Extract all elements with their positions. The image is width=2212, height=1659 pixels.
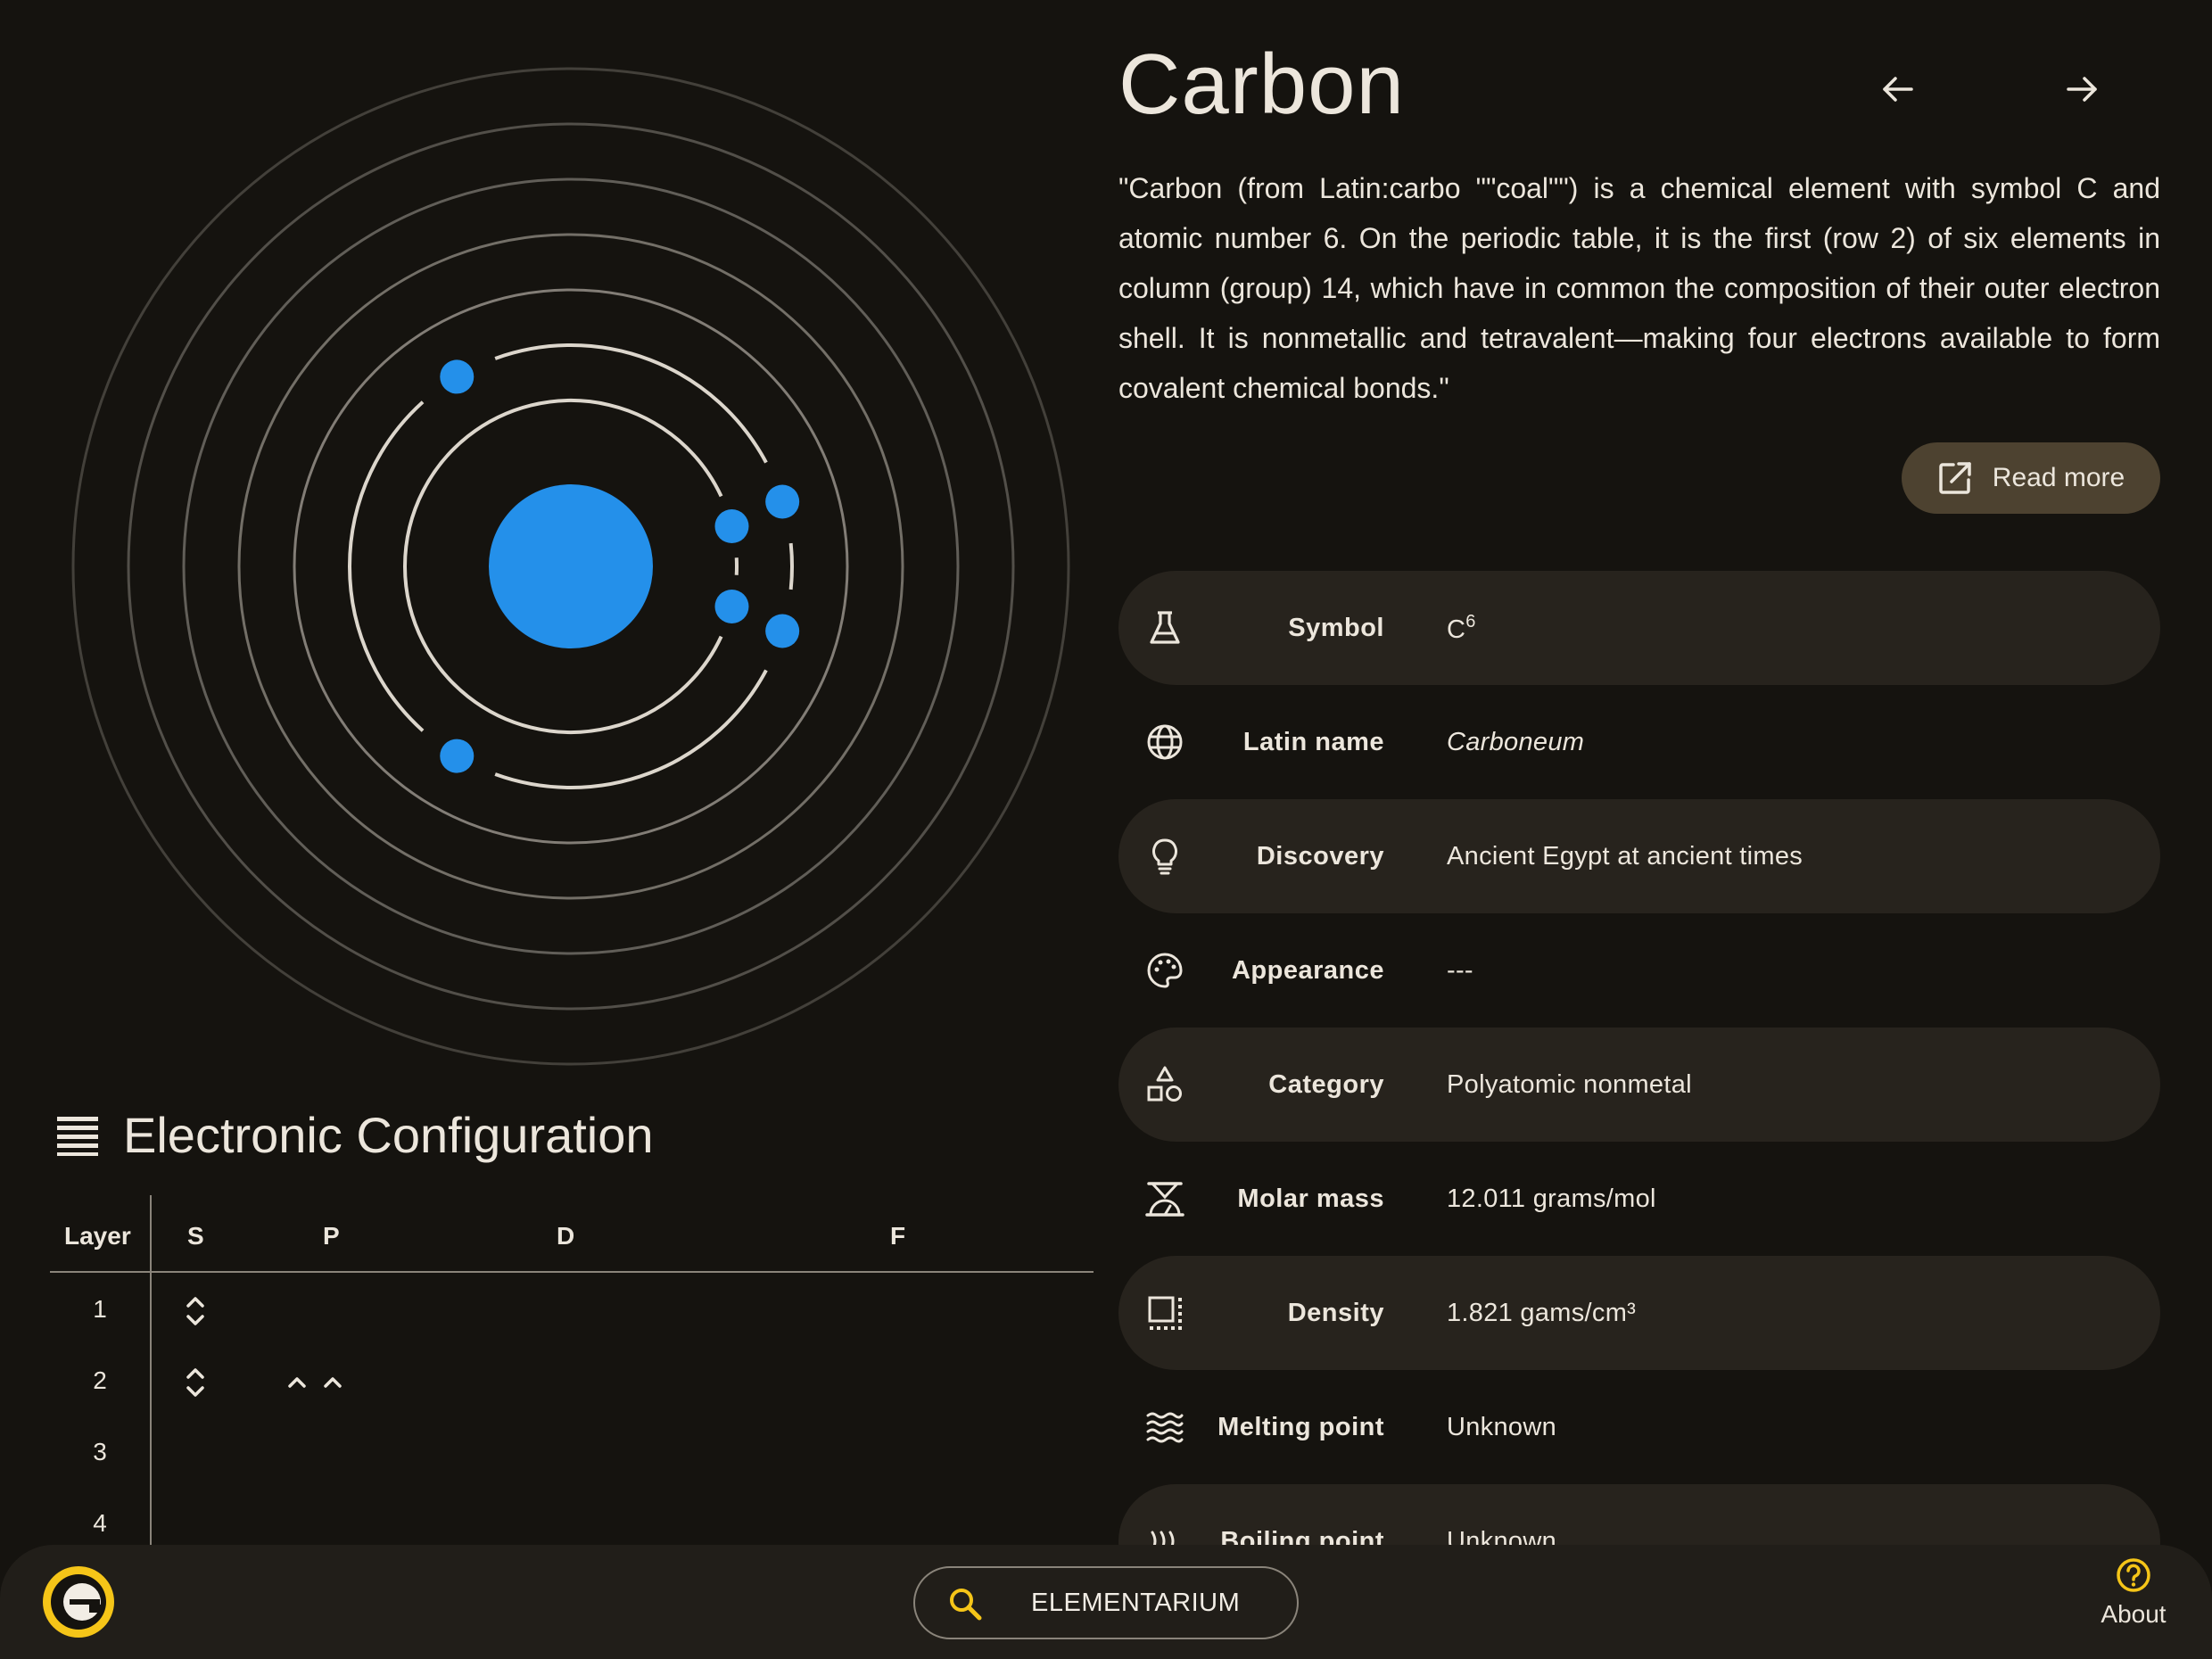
paired-spin-icon [186, 1368, 204, 1397]
property-label: Category [1268, 1069, 1384, 1099]
property-label: Density [1287, 1298, 1384, 1327]
header-s: S [187, 1222, 204, 1250]
about-button[interactable]: About [2089, 1557, 2178, 1647]
property-label: Latin name [1242, 727, 1384, 756]
property-value: Unknown [1447, 1412, 1556, 1441]
atom-model [71, 67, 1070, 1066]
property-row-discovery: Discovery Ancient Egypt at ancient times [1118, 799, 2160, 913]
property-label: Molar mass [1237, 1184, 1384, 1213]
header-divider [50, 1271, 1094, 1273]
property-value: 12.011 grams/mol [1447, 1184, 1656, 1213]
properties-list: Symbol C6 Latin name Carboneum Discovery… [1118, 571, 2160, 1547]
property-value: Polyatomic nonmetal [1447, 1069, 1692, 1099]
layer-number: 3 [93, 1438, 107, 1465]
spin-up-icon [324, 1377, 342, 1388]
layer-number: 2 [93, 1366, 107, 1394]
spin-up-icon [288, 1377, 306, 1388]
property-row-category: Category Polyatomic nonmetal [1118, 1028, 2160, 1142]
electron [440, 739, 475, 773]
layer-number: 1 [93, 1295, 107, 1323]
property-value: 1.821 gams/cm³ [1447, 1298, 1637, 1327]
property-value: Carboneum [1447, 727, 1585, 756]
search-icon [950, 1589, 982, 1621]
property-label: Discovery [1256, 841, 1384, 871]
property-label: Symbol [1288, 613, 1384, 642]
layer-number: 4 [93, 1509, 107, 1537]
property-value: --- [1447, 955, 1473, 985]
property-value: C6 [1447, 611, 1476, 644]
previous-element-button[interactable] [1871, 62, 1925, 116]
arrow-right-icon [2067, 77, 2097, 102]
electron [765, 614, 800, 648]
header-f: F [890, 1222, 906, 1250]
arrow-left-icon [1883, 77, 1913, 102]
electron [714, 509, 749, 544]
property-row-latin-name: Latin name Carboneum [1118, 685, 2160, 799]
about-label: About [2101, 1600, 2167, 1628]
search-text: ELEMENTARIUM [1031, 1588, 1241, 1617]
paired-spin-icon [186, 1297, 204, 1325]
property-label: Melting point [1217, 1412, 1384, 1441]
next-element-button[interactable] [2055, 62, 2109, 116]
electron-shell-orbit [348, 400, 425, 732]
property-value: Unknown [1447, 1526, 1556, 1548]
atom-diagram [71, 67, 1070, 1066]
electron-shell-orbit [788, 542, 794, 590]
electron [440, 359, 475, 394]
read-more-button[interactable]: Read more [1902, 442, 2160, 514]
property-label: Boiling point [1220, 1526, 1384, 1548]
element-description: "Carbon (from Latin:carbo ""coal"") is a… [1118, 172, 2160, 404]
config-heading: Electronic Configuration [55, 1106, 654, 1164]
electron [765, 484, 800, 519]
config-title: Electronic Configuration [123, 1107, 654, 1163]
element-title: Carbon [1118, 37, 1405, 132]
help-icon [2117, 1558, 2150, 1592]
atomic-number-sup: 6 [1465, 611, 1476, 631]
property-row-symbol: Symbol C6 [1118, 571, 2160, 685]
header-p: P [323, 1222, 340, 1250]
property-row-molar-mass: Molar mass 12.011 grams/mol [1118, 1142, 2160, 1256]
property-label: Appearance [1231, 955, 1384, 985]
open-external-icon [1939, 462, 1971, 494]
list-icon [57, 1116, 98, 1156]
property-row-density: Density 1.821 gams/cm³ [1118, 1256, 2160, 1370]
header-d: D [557, 1222, 575, 1250]
header-layer: Layer [64, 1222, 131, 1250]
property-row-melting-point: Melting point Unknown [1118, 1370, 2160, 1484]
read-more-label: Read more [1992, 463, 2125, 492]
app-logo-icon[interactable] [39, 1563, 118, 1641]
property-row-boiling-point: Boiling point Unknown [1118, 1484, 2160, 1547]
nucleus [489, 484, 653, 648]
bottom-bar: ELEMENTARIUM About [0, 1545, 2212, 1659]
layer-divider [150, 1195, 152, 1552]
search-bar[interactable]: ELEMENTARIUM [913, 1566, 1299, 1639]
property-value: Ancient Egypt at ancient times [1447, 841, 1803, 871]
property-row-appearance: Appearance --- [1118, 913, 2160, 1028]
electron [714, 589, 749, 623]
